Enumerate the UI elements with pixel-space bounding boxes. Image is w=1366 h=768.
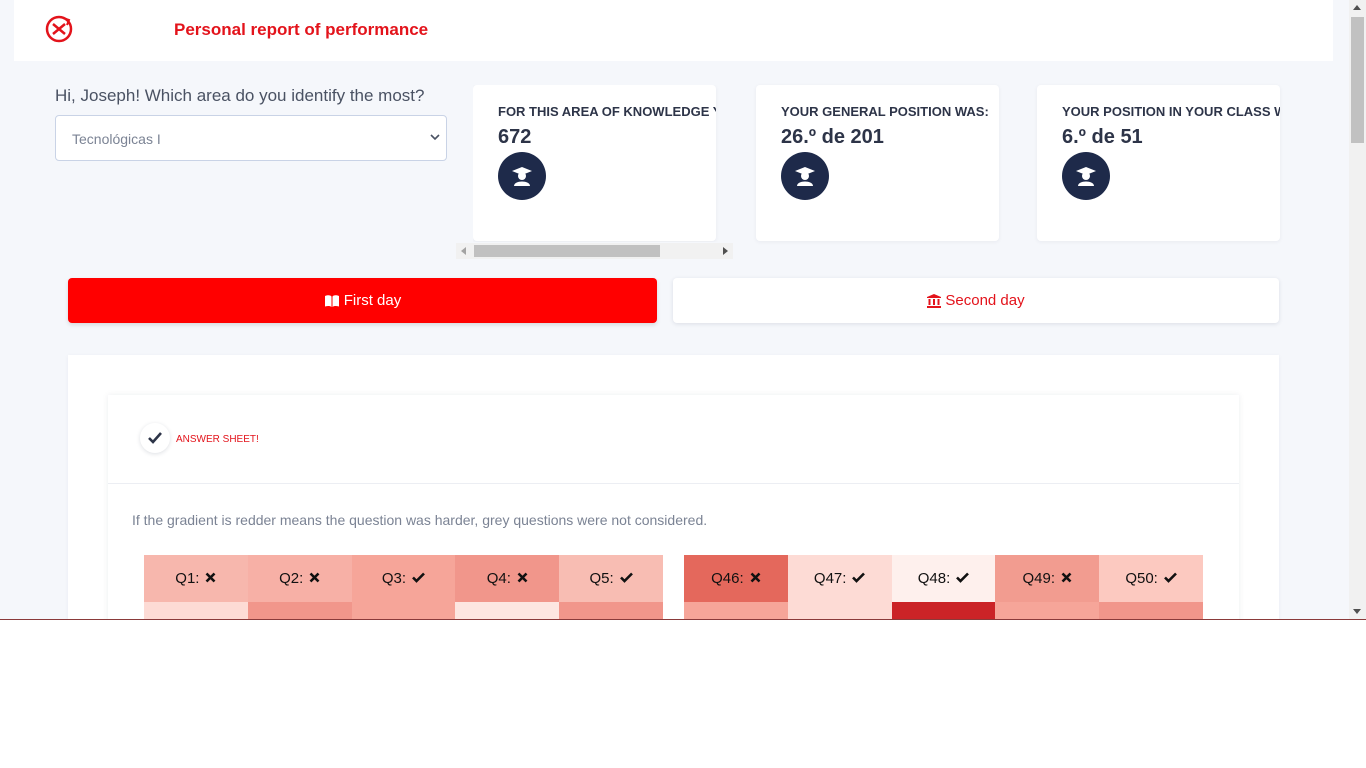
card-horizontal-scrollbar[interactable] (456, 243, 733, 259)
check-icon (956, 570, 970, 587)
question-group-second: Q46: Q47: Q48: Q49: Q50: (684, 555, 1203, 619)
graduate-icon (781, 152, 829, 200)
question-difficulty-bar (247, 602, 352, 619)
question-difficulty-bar (684, 602, 788, 619)
question-header: Q5: (559, 555, 663, 602)
question-difficulty-bar (995, 602, 1100, 619)
top-bar: Personal report of performance (14, 0, 1333, 61)
cross-icon (517, 570, 528, 587)
area-select-value: Tecnológicas I (72, 131, 161, 147)
question-cell: Q1: (144, 555, 248, 619)
answer-sheet-title: ANSWER SHEET! (176, 434, 259, 445)
question-label: Q48: (917, 570, 951, 587)
logo-icon[interactable] (44, 14, 74, 44)
question-difficulty-bar (891, 602, 996, 619)
question-label: Q3: (381, 570, 407, 587)
question-label: Q5: (589, 570, 614, 587)
question-header: Q48: (891, 555, 996, 602)
question-header: Q1: (144, 555, 248, 602)
card-title: YOUR GENERAL POSITION WAS: (781, 104, 989, 119)
question-cell: Q3: (351, 555, 456, 619)
question-cell: Q49: (995, 555, 1100, 619)
question-difficulty-bar (351, 602, 456, 619)
graduate-icon (498, 152, 546, 200)
card-title: YOUR POSITION IN YOUR CLASS WAS: (1062, 104, 1280, 119)
question-difficulty-bar (455, 602, 560, 619)
check-icon (852, 570, 866, 587)
question-label: Q50: (1125, 570, 1158, 587)
question-label: Q46: (711, 570, 744, 587)
answer-sheet-panel: ANSWER SHEET! If the gradient is redder … (68, 355, 1279, 619)
question-header: Q46: (684, 555, 788, 602)
question-label: Q4: (486, 570, 511, 587)
tab-second-day[interactable]: Second day (673, 278, 1279, 323)
page-vertical-scrollbar[interactable] (1349, 0, 1366, 619)
tab-label: Second day (945, 292, 1025, 309)
book-icon (324, 294, 339, 307)
question-label: Q49: (1022, 570, 1056, 587)
class-position-card: YOUR POSITION IN YOUR CLASS WAS: 6.º de … (1037, 85, 1280, 241)
score-card: FOR THIS AREA OF KNOWLEDGE YOUR 672 (473, 85, 716, 241)
cross-icon (750, 570, 761, 587)
question-cell: Q48: (891, 555, 996, 619)
question-cell: Q46: (684, 555, 788, 619)
question-difficulty-bar (144, 602, 248, 619)
card-value: 6.º de 51 (1062, 126, 1143, 148)
area-prompt: Hi, Joseph! Which area do you identify t… (55, 86, 425, 105)
check-icon (148, 432, 162, 444)
check-badge (140, 423, 170, 453)
scroll-right-icon[interactable] (723, 247, 728, 255)
answer-sheet-header: ANSWER SHEET! (108, 395, 1239, 484)
question-cell: Q2: (247, 555, 352, 619)
question-label: Q1: (175, 570, 200, 587)
graduate-icon (1062, 152, 1110, 200)
question-cell: Q5: (559, 555, 663, 619)
question-cell: Q47: (787, 555, 892, 619)
card-value: 672 (498, 126, 532, 148)
tab-label: First day (343, 292, 402, 309)
check-icon (412, 570, 425, 587)
card-title: FOR THIS AREA OF KNOWLEDGE YOUR (498, 104, 716, 119)
question-header: Q49: (995, 555, 1100, 602)
question-difficulty-bar (787, 602, 892, 619)
report-viewport: Personal report of performance Hi, Josep… (0, 0, 1366, 620)
general-position-card: YOUR GENERAL POSITION WAS: 26.º de 201 (756, 85, 999, 241)
page-title: Personal report of performance (174, 20, 429, 39)
question-label: Q47: (813, 570, 847, 587)
answer-sheet-card: ANSWER SHEET! If the gradient is redder … (108, 395, 1239, 619)
area-select[interactable]: Tecnológicas I (55, 115, 447, 161)
question-header: Q2: (247, 555, 352, 602)
question-header: Q50: (1099, 555, 1203, 602)
question-header: Q4: (455, 555, 560, 602)
question-cell: Q50: (1099, 555, 1203, 619)
check-icon (1163, 570, 1177, 587)
card-value: 26.º de 201 (781, 126, 884, 148)
scrollbar-thumb[interactable] (1351, 17, 1364, 143)
cross-icon (205, 570, 216, 587)
gradient-hint: If the gradient is redder means the ques… (132, 512, 708, 528)
scroll-left-icon[interactable] (461, 247, 466, 255)
question-difficulty-bar (559, 602, 663, 619)
cross-icon (309, 570, 320, 587)
score-card-scroller: FOR THIS AREA OF KNOWLEDGE YOUR 672 (473, 85, 733, 242)
institution-icon (927, 293, 942, 308)
chevron-down-icon (430, 134, 440, 141)
check-icon (619, 570, 633, 587)
cross-icon (1061, 570, 1072, 587)
question-label: Q2: (279, 570, 304, 587)
tab-first-day[interactable]: First day (68, 278, 657, 323)
question-cell: Q4: (455, 555, 560, 619)
question-header: Q3: (351, 555, 456, 602)
scrollbar-thumb[interactable] (474, 245, 660, 257)
scroll-down-icon[interactable] (1353, 609, 1361, 614)
question-difficulty-bar (1099, 602, 1203, 619)
question-header: Q47: (787, 555, 892, 602)
question-group-first: Q1: Q2: Q3: Q4: Q5: (144, 555, 663, 619)
scroll-up-icon[interactable] (1353, 5, 1361, 10)
